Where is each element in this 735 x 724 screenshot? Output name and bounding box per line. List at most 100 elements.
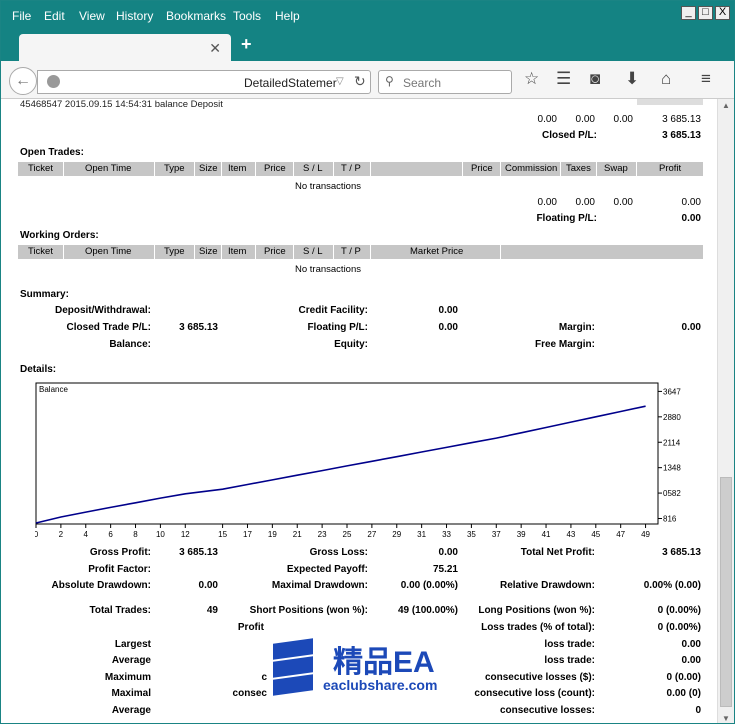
pocket-icon[interactable]: ◙ <box>590 69 600 89</box>
x-tick-label: 43 <box>566 530 575 539</box>
maximize-button[interactable]: □ <box>698 6 713 20</box>
globe-icon <box>47 75 60 88</box>
active-tab[interactable]: ✕ <box>19 34 231 62</box>
x-tick-label: 0 <box>35 530 39 539</box>
average-loss-value: 0.00 <box>681 655 701 666</box>
col-ticket: Ticket <box>28 163 53 174</box>
closed-trade-pl-value: 3 685.13 <box>179 322 218 333</box>
x-tick-label: 33 <box>442 530 451 539</box>
gross-loss-value: 0.00 <box>438 547 458 558</box>
x-tick-label: 17 <box>243 530 252 539</box>
scrollbar-thumb[interactable] <box>720 477 732 707</box>
wo-col-size: Size <box>199 246 218 257</box>
col-item: Item <box>228 163 247 174</box>
floating-pl-label: Floating P/L: <box>536 213 597 224</box>
close-tab-icon[interactable]: ✕ <box>209 40 221 57</box>
new-tab-icon[interactable]: + <box>241 34 252 55</box>
scroll-up-arrow-icon[interactable]: ▲ <box>722 101 730 110</box>
wo-col-price: Price <box>264 246 286 257</box>
relative-drawdown-label: Relative Drawdown: <box>499 580 595 591</box>
closed-swap: 0.00 <box>613 114 633 125</box>
y-tick-label: 816 <box>663 514 677 523</box>
url-text[interactable]: DetailedStatemer <box>244 76 337 90</box>
menu-bar: File Edit View History Bookmarks Tools H… <box>1 1 734 31</box>
wo-col-type: Type <box>164 246 185 257</box>
col-size: Size <box>199 163 218 174</box>
back-arrow-icon[interactable]: ← <box>9 67 37 95</box>
deposit-row-text: 45468547 2015.09.15 14:54:31 balance Dep… <box>20 99 223 110</box>
average-loss-label: loss trade: <box>544 655 595 666</box>
maximum-label: Maximum <box>104 672 151 683</box>
bookmark-star-icon[interactable]: ☆ <box>524 69 539 89</box>
x-tick-label: 15 <box>218 530 227 539</box>
maximal-consec-label: consec <box>232 688 267 699</box>
x-tick-label: 10 <box>156 530 165 539</box>
margin-label: Margin: <box>558 322 595 333</box>
x-tick-label: 6 <box>108 530 113 539</box>
wo-col-market-price: Market Price <box>410 246 464 257</box>
menu-help[interactable]: Help <box>275 9 300 23</box>
details-title: Details: <box>20 364 57 375</box>
col-open-time: Open Time <box>85 163 132 174</box>
long-positions-value: 0 (0.00%) <box>657 605 701 616</box>
dropdown-arrow-icon[interactable]: ▽ <box>336 76 344 87</box>
short-positions-label: Short Positions (won %): <box>249 605 368 616</box>
absolute-drawdown-value: 0.00 <box>198 580 218 591</box>
eaclubshare-watermark: 精品EA eaclubshare.com <box>273 637 461 701</box>
search-placeholder: Search <box>403 76 442 90</box>
expected-payoff-value: 75.21 <box>432 564 458 575</box>
watermark-domain: eaclubshare.com <box>323 677 438 693</box>
download-icon[interactable]: ⬇ <box>625 69 639 89</box>
loss-trades-label: Loss trades (% of total): <box>481 622 595 633</box>
scroll-down-arrow-icon[interactable]: ▼ <box>722 714 730 723</box>
url-bar[interactable]: DetailedStatemer ▽ ↻ <box>37 70 371 94</box>
average-consecutive-losses-label: consecutive losses: <box>499 705 595 716</box>
col-swap: Swap <box>604 163 628 174</box>
col-price: Price <box>264 163 286 174</box>
wo-col-tp: T / P <box>341 246 361 257</box>
absolute-drawdown-label: Absolute Drawdown: <box>51 580 151 591</box>
x-tick-label: 4 <box>84 530 89 539</box>
wo-col-sl: S / L <box>303 246 323 257</box>
search-icon: ⚲ <box>385 74 394 88</box>
reload-icon[interactable]: ↻ <box>354 73 366 90</box>
col-type: Type <box>164 163 185 174</box>
balance-label: Balance: <box>109 339 151 350</box>
menu-history[interactable]: History <box>116 9 153 23</box>
x-tick-label: 12 <box>181 530 190 539</box>
vertical-scrollbar[interactable]: ▲ ▼ <box>717 99 734 723</box>
search-bar[interactable]: ⚲ Search <box>378 70 512 94</box>
close-window-button[interactable]: X <box>715 6 730 20</box>
x-tick-label: 2 <box>59 530 64 539</box>
credit-facility-label: Credit Facility: <box>298 305 368 316</box>
watermark-title: 精品EA <box>333 646 435 679</box>
summary-title: Summary: <box>20 289 69 300</box>
browser-window: File Edit View History Bookmarks Tools H… <box>0 0 735 724</box>
y-tick-label: 2114 <box>663 438 681 447</box>
maximum-c-label: c <box>261 672 267 683</box>
floating-pl-value: 0.00 <box>681 213 701 224</box>
reading-list-icon[interactable]: ☰ <box>556 69 571 89</box>
menu-view[interactable]: View <box>79 9 105 23</box>
x-tick-label: 31 <box>417 530 426 539</box>
largest-loss-label: loss trade: <box>544 639 595 650</box>
working-orders-title: Working Orders: <box>20 230 99 241</box>
menu-file[interactable]: File <box>12 9 31 23</box>
hamburger-menu-icon[interactable]: ≡ <box>701 69 711 89</box>
expected-payoff-label: Expected Payoff: <box>286 564 368 575</box>
x-tick-label: 45 <box>591 530 600 539</box>
closed-pl-value: 3 685.13 <box>662 130 701 141</box>
chart-title: Balance <box>39 385 68 394</box>
total-trades-value: 49 <box>206 605 218 616</box>
gross-profit-value: 3 685.13 <box>179 547 218 558</box>
menu-bookmarks[interactable]: Bookmarks <box>166 9 226 23</box>
total-net-profit-label: Total Net Profit: <box>520 547 595 558</box>
menu-edit[interactable]: Edit <box>44 9 65 23</box>
menu-tools[interactable]: Tools <box>233 9 261 23</box>
minimize-button[interactable]: _ <box>681 6 696 20</box>
home-icon[interactable]: ⌂ <box>661 69 671 89</box>
max-consecutive-losses-label: consecutive losses ($): <box>484 672 595 683</box>
profit-trades-label: Profit <box>237 622 264 633</box>
credit-facility-value: 0.00 <box>438 305 458 316</box>
working-orders-header: Ticket Open Time Type Size Item Price S … <box>18 245 703 259</box>
